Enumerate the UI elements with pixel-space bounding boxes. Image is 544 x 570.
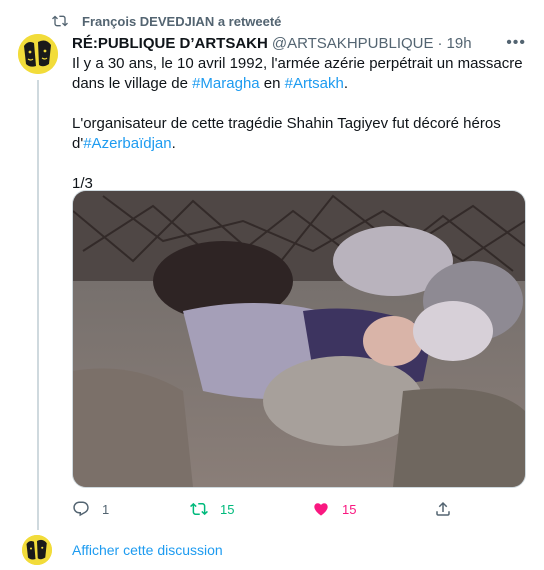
avatar[interactable] <box>18 34 58 74</box>
retweet-count: 15 <box>220 501 235 517</box>
more-icon[interactable]: ••• <box>506 34 526 52</box>
tweet-paragraph-1: Il y a 30 ans, le 10 avril 1992, l'armée… <box>72 54 524 94</box>
share-icon <box>436 501 450 516</box>
avatar-logo <box>18 34 58 74</box>
reply-count: 1 <box>102 501 110 517</box>
retweet-icon <box>52 15 68 27</box>
tweet-header: RÉ:PUBLIQUE D’ARTSAKH @ARTSAKHPUBLIQUE ·… <box>72 35 532 52</box>
like-button[interactable]: 15 <box>312 500 356 518</box>
separator-dot: · <box>437 35 443 52</box>
avatar-logo <box>22 535 52 565</box>
hashtag-azerbaidjan[interactable]: #Azerbaïdjan <box>83 135 171 152</box>
retweet-context[interactable]: François DEVEDJIAN a retweeté <box>52 13 281 29</box>
retweet-button[interactable]: 15 <box>190 500 234 518</box>
heart-icon <box>314 503 328 516</box>
text-segment: en <box>259 75 285 92</box>
hashtag-artsakh[interactable]: #Artsakh <box>285 75 344 92</box>
thread-line <box>37 80 39 530</box>
tweet-time[interactable]: 19h <box>447 35 472 52</box>
tweet-card[interactable]: François DEVEDJIAN a retweeté RÉ:PUBLIQU… <box>0 0 544 570</box>
text-segment: . <box>343 75 349 92</box>
reply-button[interactable]: 1 <box>72 500 109 518</box>
tweet-photo[interactable] <box>72 190 526 488</box>
avatar[interactable] <box>22 535 52 565</box>
retweet-label: François DEVEDJIAN a retweeté <box>82 13 282 29</box>
retweet-icon <box>190 502 208 516</box>
text-segment: . <box>171 135 176 152</box>
hashtag-maragha[interactable]: #Maragha <box>192 75 260 92</box>
reply-icon <box>73 501 89 517</box>
tweet-actions: 1 15 15 <box>72 500 472 520</box>
like-count: 15 <box>342 501 357 517</box>
tweet-text: Il y a 30 ans, le 10 avril 1992, l'armée… <box>72 54 524 194</box>
author-handle[interactable]: @ARTSAKHPUBLIQUE <box>272 35 434 52</box>
tweet-paragraph-2: L'organisateur de cette tragédie Shahin … <box>72 114 524 154</box>
author-name[interactable]: RÉ:PUBLIQUE D’ARTSAKH <box>72 35 268 52</box>
show-thread-link[interactable]: Afficher cette discussion <box>72 542 223 558</box>
share-button[interactable] <box>434 500 452 518</box>
photo-image <box>73 191 525 487</box>
